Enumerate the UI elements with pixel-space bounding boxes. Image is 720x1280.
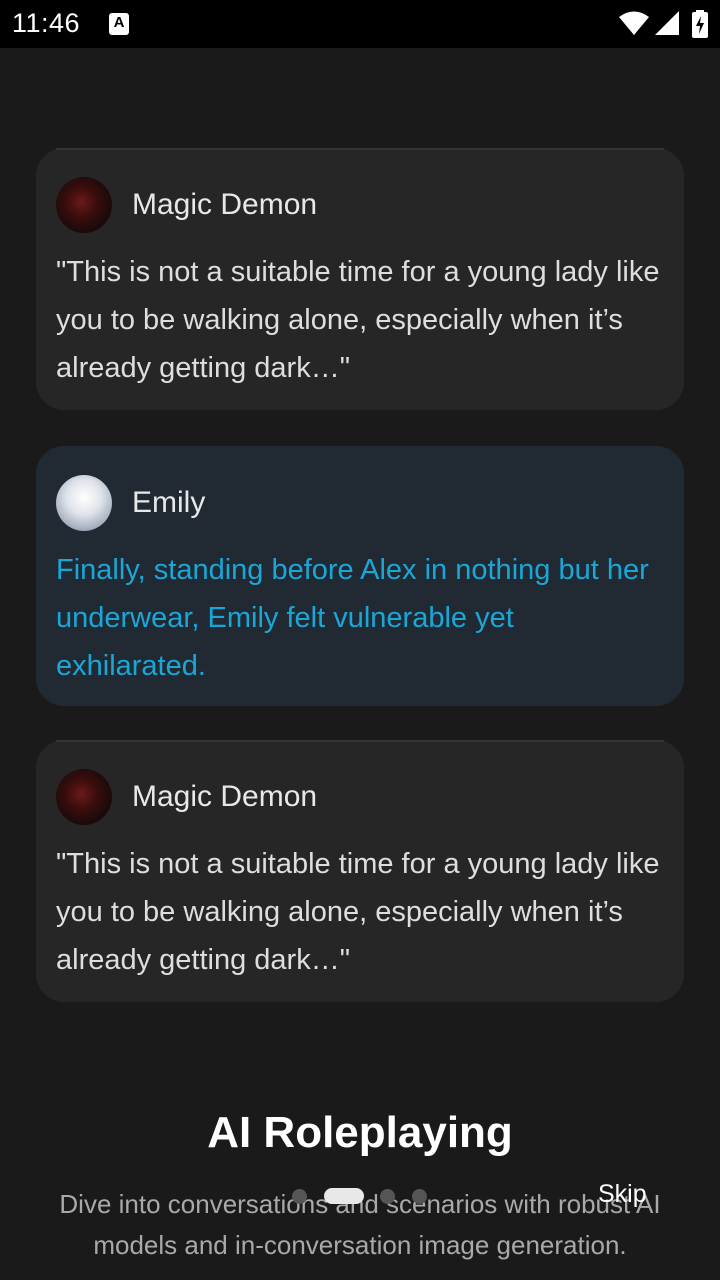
battery-charging-icon: [692, 10, 708, 38]
card-header: Magic Demon: [56, 176, 664, 234]
character-name: Magic Demon: [132, 780, 318, 813]
card-header: Magic Demon: [56, 768, 664, 826]
notification-a-icon: A: [109, 13, 129, 35]
message-text: "This is not a suitable time for a young…: [56, 256, 660, 384]
user-name: Emily: [132, 486, 206, 519]
onboarding-title: AI Roleplaying: [207, 1108, 513, 1157]
status-bar: 11:46 A: [0, 0, 720, 48]
demon-avatar: [56, 177, 112, 233]
wifi-icon: [619, 11, 649, 35]
chat-card-character: Magic Demon "This is not a suitable time…: [36, 740, 684, 1002]
page-dot-4[interactable]: [412, 1189, 427, 1204]
signal-icon: [655, 11, 679, 35]
page-dot-2-active[interactable]: [324, 1188, 364, 1204]
page-dot-1[interactable]: [292, 1189, 307, 1204]
card-divider: [56, 148, 664, 150]
chat-card-character: Magic Demon "This is not a suitable time…: [36, 148, 684, 410]
status-time: 11:46: [12, 8, 81, 38]
character-name: Magic Demon: [132, 188, 318, 221]
page-dot-3[interactable]: [380, 1189, 395, 1204]
card-header: Emily: [56, 474, 664, 532]
chat-card-user: Emily Finally, standing before Alex in n…: [36, 446, 684, 706]
emily-avatar: [56, 475, 112, 531]
message-text: "This is not a suitable time for a young…: [56, 848, 660, 976]
skip-button[interactable]: Skip: [598, 1180, 647, 1209]
demon-avatar: [56, 769, 112, 825]
message-text: Finally, standing before Alex in nothing…: [56, 554, 649, 682]
card-divider: [56, 740, 664, 742]
